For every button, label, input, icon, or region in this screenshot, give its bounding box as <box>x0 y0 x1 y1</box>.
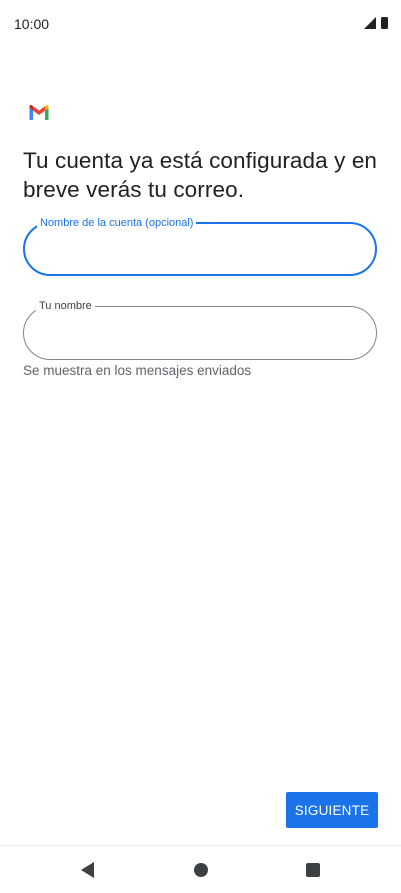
signal-icon <box>364 17 376 29</box>
gmail-logo-icon <box>29 104 49 120</box>
status-icons <box>364 17 388 29</box>
navigation-bar <box>0 845 401 893</box>
your-name-label: Tu nombre <box>36 299 95 313</box>
your-name-helper-text: Se muestra en los mensajes enviados <box>23 363 252 378</box>
account-name-field[interactable]: Nombre de la cuenta (opcional) <box>23 216 377 276</box>
home-icon[interactable] <box>194 863 208 877</box>
account-name-input[interactable] <box>43 238 353 262</box>
your-name-field[interactable]: Tu nombre <box>23 299 377 360</box>
back-icon[interactable] <box>81 862 94 878</box>
your-name-input[interactable] <box>42 321 352 345</box>
account-name-label: Nombre de la cuenta (opcional) <box>37 216 197 230</box>
battery-icon <box>381 17 388 29</box>
status-bar: 10:00 <box>0 0 401 48</box>
page-title: Tu cuenta ya está configurada y en breve… <box>23 148 378 202</box>
next-button[interactable]: SIGUIENTE <box>286 792 378 828</box>
status-time: 10:00 <box>14 16 50 32</box>
recents-icon[interactable] <box>306 863 320 877</box>
